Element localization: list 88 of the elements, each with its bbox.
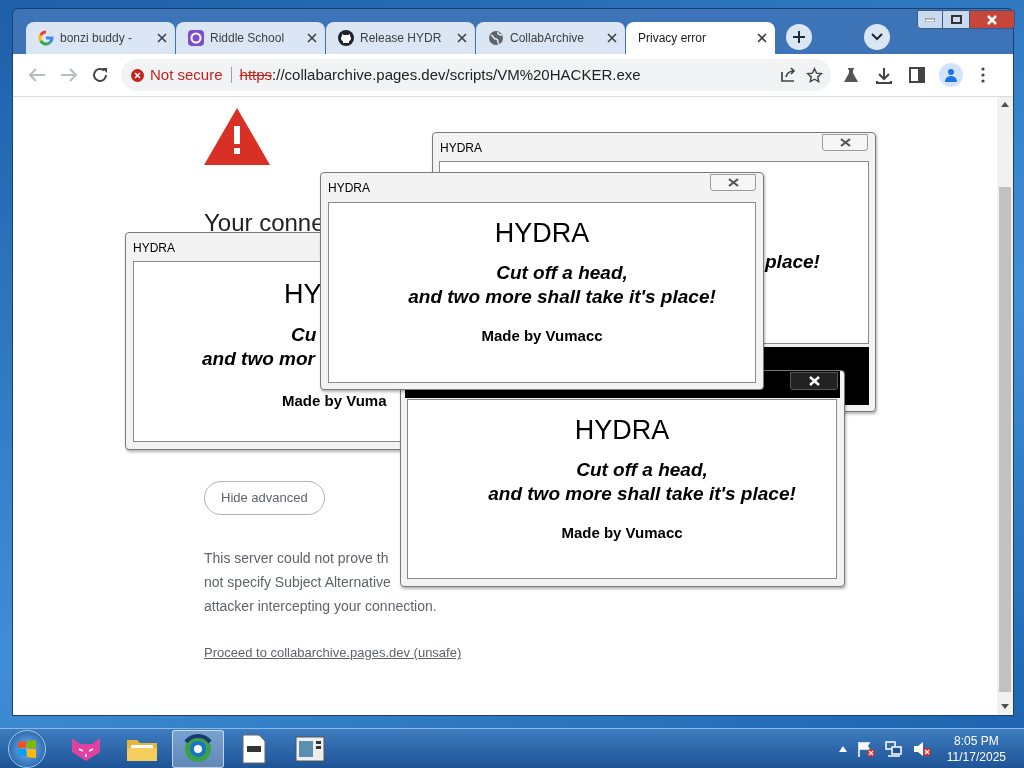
browser-icon: [183, 733, 213, 764]
scroll-up-icon[interactable]: [1001, 102, 1009, 107]
popup-message: Cu: [291, 323, 317, 347]
star-icon[interactable]: [806, 66, 823, 84]
scrollbar-thumb[interactable]: [999, 187, 1011, 692]
flask-icon[interactable]: [843, 67, 859, 83]
browser-tab[interactable]: Privacy error: [626, 22, 775, 54]
close-tab-icon[interactable]: [607, 33, 617, 43]
profile-avatar[interactable]: [939, 63, 963, 87]
popup-message: Cut off a head,: [575, 458, 708, 482]
popup-message: Cut off a head,: [495, 261, 628, 285]
scrollbar[interactable]: [997, 97, 1013, 715]
side-panel-icon[interactable]: [909, 67, 925, 83]
close-icon: [727, 178, 739, 187]
plus-icon: [792, 30, 806, 44]
close-tab-icon[interactable]: [157, 33, 167, 43]
tab-title: Riddle School: [210, 30, 286, 47]
close-button[interactable]: [969, 10, 1015, 29]
time-text: 8:05 PM: [954, 732, 999, 749]
menu-icon[interactable]: [981, 67, 985, 83]
document-icon: [242, 733, 266, 764]
browser-tab[interactable]: bonzi buddy -: [26, 22, 175, 54]
window-title: HYDRA: [328, 180, 370, 197]
share-icon[interactable]: [780, 67, 796, 83]
close-icon: [987, 14, 997, 25]
popup-message: place!: [765, 250, 820, 274]
proceed-link[interactable]: Proceed to collabarchive.pages.dev (unsafe): [204, 643, 462, 663]
network-icon[interactable]: [884, 740, 903, 757]
new-tab-button[interactable]: [786, 24, 812, 50]
start-button[interactable]: [8, 729, 46, 768]
window-title: HYDRA: [440, 140, 482, 157]
show-hidden-icons-icon[interactable]: [838, 745, 847, 752]
date-text: 11/17/2025: [946, 748, 1006, 765]
tab-title: CollabArchive: [510, 30, 586, 47]
popup-heading: HY: [284, 282, 322, 306]
popup-heading: HYDRA: [574, 418, 670, 442]
maximize-button[interactable]: [943, 10, 969, 29]
explanation-text: not specify Subject Alternative: [204, 573, 392, 592]
cat-icon: [70, 735, 102, 762]
clock[interactable]: 8:05 PM 11/17/2025: [946, 732, 1006, 765]
globe-icon: [488, 30, 504, 46]
google-icon: [38, 30, 54, 46]
warning-icon: [204, 108, 270, 165]
close-tab-icon[interactable]: [757, 33, 767, 43]
error-icon: [131, 68, 144, 82]
download-icon[interactable]: [875, 66, 893, 84]
credit-text: Made by Vuma: [282, 391, 387, 411]
url-text: https://collabarchive.pages.dev/scripts/VM%20HACKER.exe: [239, 64, 641, 85]
close-button[interactable]: [822, 134, 868, 151]
close-tab-icon[interactable]: [307, 33, 317, 43]
window-title: HYDRA: [133, 240, 175, 257]
close-button[interactable]: [790, 372, 838, 390]
person-icon: [944, 68, 958, 82]
chevron-down-icon: [871, 33, 883, 41]
close-icon: [808, 376, 820, 386]
browser-tab[interactable]: CollabArchive: [476, 22, 625, 54]
popup-message: and two more shall take it's place!: [487, 482, 796, 506]
explanation-text: This server could not prove th: [204, 549, 390, 568]
hide-advanced-button[interactable]: Hide advanced: [204, 481, 325, 515]
app-icon: [188, 30, 204, 46]
minimize-icon: [925, 17, 935, 22]
close-button[interactable]: [710, 174, 756, 191]
close-tab-icon[interactable]: [457, 33, 467, 43]
minimize-button[interactable]: [917, 10, 943, 29]
maximize-icon: [950, 15, 962, 24]
popup-heading: HYDRA: [494, 221, 590, 245]
tab-title: Release HYDR: [360, 30, 443, 47]
tab-title: bonzi buddy -: [60, 30, 134, 47]
popup-message: and two more shall take it's place!: [407, 285, 716, 309]
volume-muted-icon[interactable]: [912, 740, 931, 757]
browser-tab[interactable]: Release HYDR: [326, 22, 475, 54]
close-icon: [839, 138, 851, 147]
window-icon: [295, 735, 325, 762]
tab-search-button[interactable]: [864, 24, 890, 50]
address-bar[interactable]: Not secure https://collabarchive.pages.dev/scripts/VM%20HACKER.exe: [121, 59, 831, 91]
flag-icon[interactable]: [856, 740, 875, 757]
scroll-down-icon[interactable]: [1001, 704, 1009, 709]
popup-message: and two mor: [202, 347, 315, 371]
browser-tab[interactable]: Riddle School: [176, 22, 325, 54]
credit-text: Made by Vumacc: [481, 326, 603, 346]
windows-logo-icon: [17, 739, 37, 758]
explanation-text: attacker intercepting your connection.: [204, 597, 437, 616]
reload-icon[interactable]: [91, 66, 109, 84]
tab-title: Privacy error: [638, 30, 707, 47]
taskbar-button[interactable]: [172, 729, 224, 768]
security-label[interactable]: Not secure: [150, 63, 223, 87]
github-icon: [338, 30, 354, 46]
credit-text: Made by Vumacc: [561, 523, 683, 543]
